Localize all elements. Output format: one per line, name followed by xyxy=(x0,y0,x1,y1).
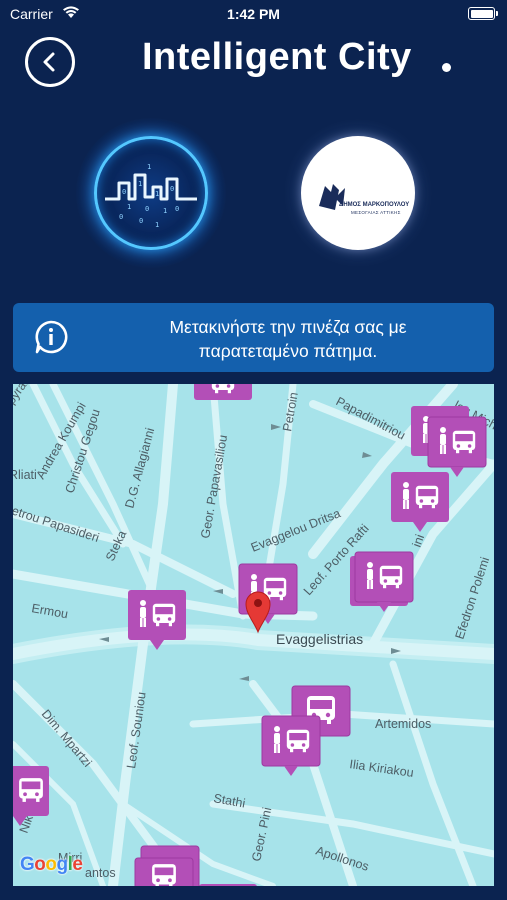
info-message-line1: Μετακινήστε την πινέζα σας με xyxy=(169,317,407,337)
street-label: Efedron Polemi xyxy=(453,555,493,641)
street-label: Ermou xyxy=(30,601,69,621)
info-banner: Μετακινήστε την πινέζα σας με παρατεταμέ… xyxy=(13,303,494,372)
svg-text:1: 1 xyxy=(127,203,131,211)
svg-text:1: 1 xyxy=(155,190,159,198)
bus-marker[interactable] xyxy=(199,884,257,886)
municipality-logo[interactable]: ΔΗΜΟΣ ΜΑΡΚΟΠΟΥΛΟΥ ΜΕΣΟΓΑΙΑΣ ΑΤΤΙΚΗΣ xyxy=(283,118,433,268)
svg-text:0: 0 xyxy=(119,213,123,221)
street-label: D.G. Allagianni xyxy=(122,426,157,509)
street-label: Evaggelistrias xyxy=(276,631,363,647)
bus-stop-marker[interactable] xyxy=(427,416,487,477)
svg-text:0: 0 xyxy=(145,205,149,213)
street-label: Dim. Mpartzi xyxy=(39,707,95,770)
svg-text:1: 1 xyxy=(155,221,159,229)
municipality-subtitle: ΜΕΣΟΓΑΙΑΣ ΑΤΤΙΚΗΣ xyxy=(351,210,401,215)
street-label: Petroin xyxy=(280,391,301,432)
map-view[interactable]: Spyral Andrea Koumpi Christou Gegou D.G.… xyxy=(13,384,494,886)
street-label: Rliati xyxy=(13,468,37,482)
info-icon xyxy=(35,320,68,354)
title-dot xyxy=(442,63,451,72)
bus-stop-marker[interactable] xyxy=(350,551,414,612)
svg-text:0: 0 xyxy=(170,185,174,193)
battery-icon xyxy=(468,7,498,20)
svg-text:0: 0 xyxy=(139,217,143,225)
chevron-left-icon xyxy=(43,52,55,72)
bus-marker[interactable] xyxy=(194,384,252,400)
info-message-line2: παρατεταμένο πάτημα. xyxy=(198,341,378,361)
street-label: etrou Papasideri xyxy=(13,504,101,545)
street-label: Geor. Pini xyxy=(249,806,274,863)
city-skyline-icon: 011 01 0 10 1 001 xyxy=(105,163,197,229)
app-title: Intelligent City xyxy=(142,36,412,78)
street-label: Artemidos xyxy=(375,717,431,731)
intelligent-city-logo[interactable]: 011 010 101 001 xyxy=(76,118,226,268)
google-attribution: Google xyxy=(20,854,83,875)
map-canvas[interactable]: Spyral Andrea Koumpi Christou Gegou D.G.… xyxy=(13,384,494,886)
municipality-emblem-icon xyxy=(319,184,345,210)
location-pin[interactable] xyxy=(245,591,271,634)
status-time: 1:42 PM xyxy=(227,6,280,22)
svg-text:1: 1 xyxy=(163,207,167,215)
svg-text:1: 1 xyxy=(138,180,142,188)
svg-text:1: 1 xyxy=(147,163,151,171)
street-label: antos xyxy=(85,866,116,880)
svg-text:0: 0 xyxy=(175,205,179,213)
back-button[interactable] xyxy=(25,37,75,87)
bus-marker[interactable] xyxy=(134,845,200,886)
svg-text:0: 0 xyxy=(122,188,126,196)
street-label: Spyral xyxy=(13,384,31,414)
street-label: Ilia Kiriakou xyxy=(349,757,415,780)
status-bar: Carrier 1:42 PM xyxy=(0,0,507,28)
info-message: Μετακινήστε την πινέζα σας με παρατεταμέ… xyxy=(93,315,483,363)
municipality-name: ΔΗΜΟΣ ΜΑΡΚΟΠΟΥΛΟΥ xyxy=(339,202,410,208)
